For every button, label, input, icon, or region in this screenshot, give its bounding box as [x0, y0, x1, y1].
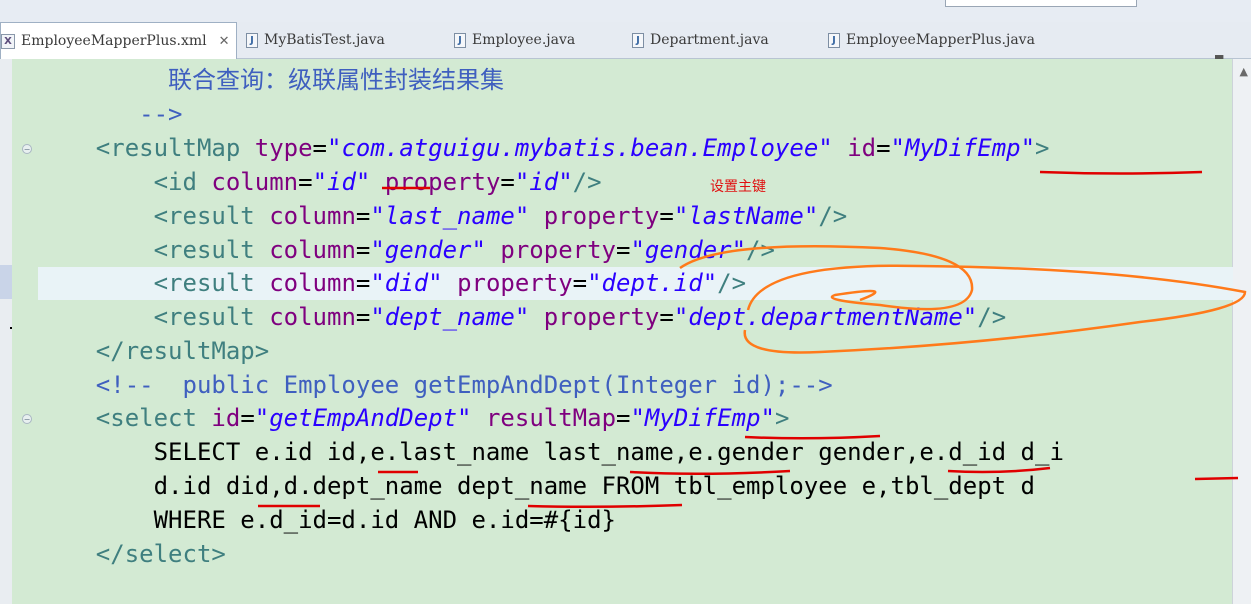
tab-label: EmployeeMapperPlus.java: [846, 32, 1035, 48]
java-file-icon: J: [632, 32, 644, 48]
editor-gutter: [12, 59, 38, 604]
code-line: </select>: [95, 540, 226, 568]
code-line: d.id did,d.dept_name dept_name FROM tbl_…: [153, 472, 1035, 500]
scroll-up-icon[interactable]: ▲: [1240, 65, 1248, 78]
tab-employee-java[interactable]: J Employee.java: [454, 22, 575, 58]
java-file-icon: J: [828, 32, 840, 48]
code-line: <result column="last_name" property="las…: [153, 202, 848, 230]
tab-department-java[interactable]: J Department.java: [632, 22, 769, 58]
tab-employeemapperplus-xml[interactable]: X EmployeeMapperPlus.xml ✕: [0, 22, 237, 59]
code-line: <result column="dept_name" property="dep…: [153, 303, 1007, 331]
java-file-icon: J: [246, 32, 258, 48]
change-marker: [0, 265, 12, 299]
code-line: <id column="id" property="id"/>: [153, 168, 602, 196]
java-file-icon: J: [454, 32, 466, 48]
fold-toggle-icon[interactable]: −: [22, 414, 32, 424]
code-editor[interactable]: ▲ − − 联合查询：级联属性封装结果集 --> <resultMap type…: [0, 59, 1251, 604]
tab-employeemapperplus-java[interactable]: J EmployeeMapperPlus.java: [828, 22, 1035, 58]
code-line: </resultMap>: [95, 337, 270, 365]
close-icon[interactable]: ✕: [219, 34, 230, 49]
quick-access-field[interactable]: [945, 0, 1137, 7]
tab-label: Employee.java: [472, 32, 576, 48]
vertical-scrollbar[interactable]: ▲: [1232, 59, 1251, 604]
annotation-note: 设置主键: [710, 179, 766, 195]
tab-mybatistest-java[interactable]: J MyBatisTest.java: [246, 22, 385, 58]
code-line: 联合查询：级联属性封装结果集: [168, 66, 505, 94]
code-line: -->: [139, 100, 183, 128]
code-line: <!-- public Employee getEmpAndDept(Integ…: [95, 371, 833, 399]
tab-label: EmployeeMapperPlus.xml: [21, 33, 207, 49]
code-line: <resultMap type="com.atguigu.mybatis.bea…: [95, 134, 1050, 162]
editor-tab-bar: X EmployeeMapperPlus.xml ✕ J MyBatisTest…: [0, 22, 1251, 63]
tab-label: MyBatisTest.java: [264, 32, 385, 48]
tab-label: Department.java: [650, 32, 769, 48]
code-line: <select id="getEmpAndDept" resultMap="My…: [95, 404, 790, 432]
xml-file-icon: X: [1, 33, 15, 49]
code-line: <result column="gender" property="gender…: [153, 236, 775, 264]
code-line: SELECT e.id id,e.last_name last_name,e.g…: [153, 438, 1064, 466]
fold-toggle-icon[interactable]: −: [22, 144, 32, 154]
code-line: WHERE e.d_id=d.id AND e.id=#{id}: [153, 506, 616, 534]
current-line: <result column="did" property="dept.id"/…: [38, 267, 1233, 300]
